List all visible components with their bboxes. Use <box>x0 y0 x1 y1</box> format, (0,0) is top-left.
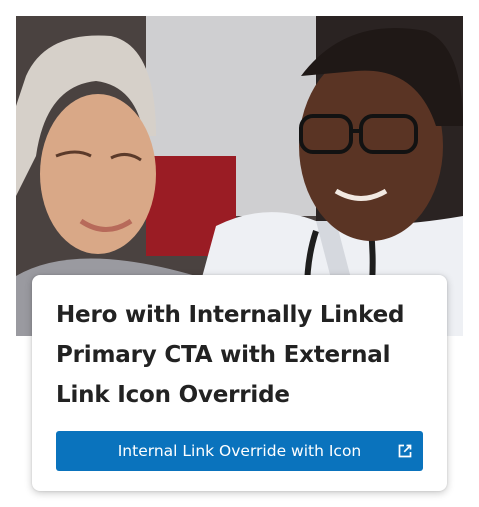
hero-title: Hero with Internally Linked Primary CTA … <box>56 302 405 408</box>
hero-card: Hero with Internally Linked Primary CTA … <box>32 275 447 491</box>
primary-cta-button[interactable]: Internal Link Override with Icon <box>56 431 423 471</box>
cta-label: Internal Link Override with Icon <box>117 442 362 460</box>
external-link-icon <box>398 444 412 458</box>
